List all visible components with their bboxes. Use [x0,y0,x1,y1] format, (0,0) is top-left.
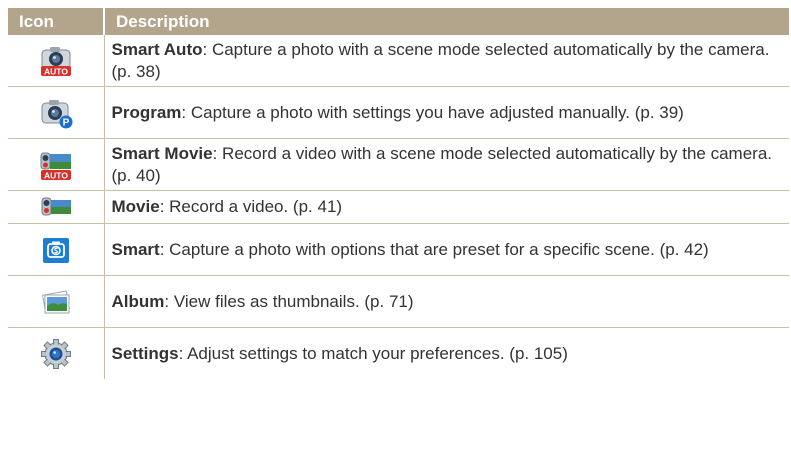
mode-table-container: Icon Description AUTO Smart Auto: Captur… [8,8,789,379]
mode-description: : Capture a photo with settings you have… [181,102,684,122]
mode-description: : Capture a photo with a scene mode sele… [111,39,770,81]
movie-icon [38,191,74,223]
table-row: Movie: Record a video. (p. 41) [8,190,789,224]
auto-badge-text: AUTO [44,66,68,76]
mode-name: Smart Movie [111,143,213,163]
program-camera-icon: P [38,97,74,129]
table-row: Smart: Capture a photo with options that… [8,223,789,276]
mode-name: Smart [111,239,160,259]
program-badge-text: P [62,117,69,128]
header-description: Description [103,8,789,35]
header-icon: Icon [8,8,104,35]
settings-gear-icon [38,338,74,370]
mode-name: Movie [111,197,160,216]
smart-auto-camera-icon: AUTO [38,45,74,77]
table-row: Settings: Adjust settings to match your … [8,327,789,379]
smart-movie-icon: AUTO [38,149,74,181]
mode-name: Program [111,102,182,122]
mode-description: : Adjust settings to match your preferen… [178,343,568,363]
mode-description: : Capture a photo with options that are … [159,239,709,259]
table-header-row: Icon Description [8,8,789,35]
table-row: Album: View files as thumbnails. (p. 71) [8,275,789,328]
mode-name: Album [111,291,165,311]
mode-name: Smart Auto [111,39,203,59]
smart-camera-icon [38,234,74,266]
mode-icons-table: Icon Description AUTO Smart Auto: Captur… [8,8,789,379]
album-icon [38,286,74,318]
auto-badge-text: AUTO [44,170,68,180]
table-row: P Program: Capture a photo with settings… [8,86,789,139]
mode-description: : View files as thumbnails. (p. 71) [164,291,414,311]
table-row: AUTO Smart Auto: Capture a photo with a … [8,35,789,87]
mode-description: : Record a video. (p. 41) [159,197,343,216]
mode-name: Settings [111,343,179,363]
table-row: AUTO Smart Movie: Record a video with a … [8,138,789,191]
